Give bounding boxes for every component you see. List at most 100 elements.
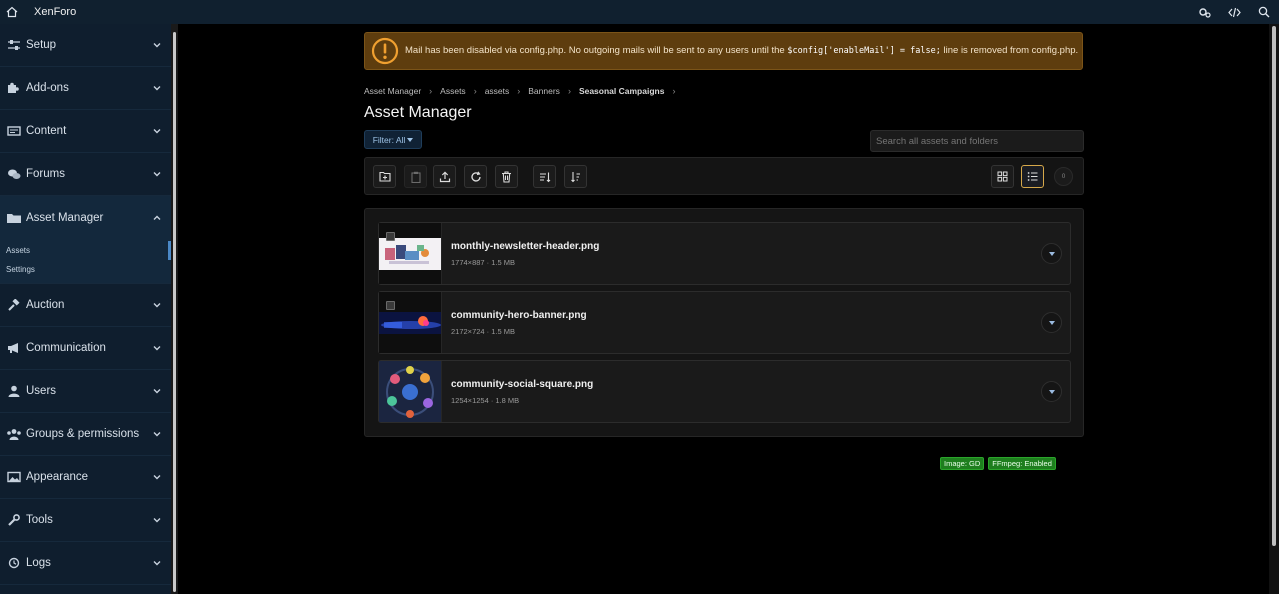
sliders-icon bbox=[6, 38, 22, 52]
new-folder-button[interactable] bbox=[373, 165, 396, 188]
sidebar-item-label: Asset Manager bbox=[26, 211, 104, 224]
sidebar-item-label: Setup bbox=[26, 39, 57, 51]
chevron-down-icon bbox=[153, 475, 161, 480]
list-item[interactable]: community-social-square.png 1254×1254 · … bbox=[378, 360, 1071, 423]
sidebar-item-content[interactable]: Content bbox=[0, 110, 171, 153]
chevron-down-icon bbox=[153, 518, 161, 523]
sidebar-item-auction[interactable]: Auction bbox=[0, 284, 171, 327]
delete-button[interactable] bbox=[495, 165, 518, 188]
page-scrollbar[interactable] bbox=[1269, 24, 1279, 594]
select-checkbox[interactable] bbox=[386, 301, 395, 310]
gears-icon[interactable] bbox=[1189, 0, 1219, 24]
folder-plus-icon bbox=[378, 171, 391, 182]
chevron-down-icon bbox=[153, 561, 161, 566]
page-title: Asset Manager bbox=[364, 104, 472, 121]
asset-list: monthly-newsletter-header.png 1774×887 ·… bbox=[364, 208, 1084, 437]
sidebar-item-groups-permissions[interactable]: Groups & permissions bbox=[0, 413, 171, 456]
breadcrumb-assets[interactable]: Assets bbox=[440, 86, 466, 96]
sidebar-subitem-settings[interactable]: Settings bbox=[6, 260, 171, 279]
list-view-button[interactable] bbox=[1021, 165, 1044, 188]
mail-disabled-notice: Mail has been disabled via config.php. N… bbox=[364, 32, 1083, 70]
asset-manager-submenu: Assets Settings bbox=[0, 239, 171, 284]
sidebar-item-label: Auction bbox=[26, 299, 65, 311]
trash-icon bbox=[502, 170, 511, 183]
chevron-down-icon bbox=[153, 43, 161, 48]
sidebar-item-label: Groups & permissions bbox=[26, 428, 140, 440]
chevron-down-icon bbox=[153, 303, 161, 308]
sidebar-item-add-ons[interactable]: Add-ons bbox=[0, 67, 171, 110]
notice-text: Mail has been disabled via config.php. N… bbox=[405, 45, 1079, 56]
sidebar-item-label: Appearance bbox=[26, 471, 89, 483]
chevron-up-icon bbox=[153, 215, 161, 220]
asset-name[interactable]: monthly-newsletter-header.png bbox=[451, 241, 599, 252]
comments-icon bbox=[6, 167, 22, 181]
list-item[interactable]: community-hero-banner.png 2172×724 · 1.5… bbox=[378, 291, 1071, 354]
caret-down-icon bbox=[1048, 251, 1055, 256]
sidebar-item-appearance[interactable]: Appearance bbox=[0, 456, 171, 499]
breadcrumb-asset-manager[interactable]: Asset Manager bbox=[364, 86, 421, 96]
chevron-right-icon: › bbox=[517, 86, 521, 96]
upload-button[interactable] bbox=[433, 165, 456, 188]
sidebar-item-label: Tools bbox=[26, 514, 53, 526]
brand-title[interactable]: XenForo bbox=[34, 6, 76, 18]
asset-actions-button[interactable] bbox=[1041, 312, 1062, 333]
folder-icon bbox=[6, 211, 22, 225]
asset-actions-button[interactable] bbox=[1041, 243, 1062, 264]
asset-name[interactable]: community-hero-banner.png bbox=[451, 310, 587, 321]
history-icon bbox=[6, 556, 22, 570]
sidebar-item-label: Users bbox=[26, 385, 57, 397]
sidebar-item-label: Content bbox=[26, 125, 67, 137]
code-icon[interactable] bbox=[1219, 0, 1249, 24]
sidebar-item-logs[interactable]: Logs bbox=[0, 542, 171, 585]
breadcrumb-assets-folder[interactable]: assets bbox=[485, 86, 510, 96]
chevron-down-icon bbox=[153, 389, 161, 394]
sort-direction-button[interactable] bbox=[564, 165, 587, 188]
refresh-button[interactable] bbox=[464, 165, 487, 188]
sort-button[interactable] bbox=[533, 165, 556, 188]
sidebar-item-label: Forums bbox=[26, 168, 65, 180]
asset-name[interactable]: community-social-square.png bbox=[451, 379, 593, 390]
sidebar-item-users[interactable]: Users bbox=[0, 370, 171, 413]
asset-actions-button[interactable] bbox=[1041, 381, 1062, 402]
sidebar-item-communication[interactable]: Communication bbox=[0, 327, 171, 370]
chevron-right-icon: › bbox=[429, 86, 433, 96]
sidebar-item-label: Add-ons bbox=[26, 82, 69, 94]
thumbnail-image bbox=[379, 361, 442, 422]
breadcrumb-banners[interactable]: Banners bbox=[528, 86, 560, 96]
list-item[interactable]: monthly-newsletter-header.png 1774×887 ·… bbox=[378, 222, 1071, 285]
paste-button[interactable] bbox=[404, 165, 427, 188]
caret-down-icon bbox=[407, 137, 414, 142]
chevron-down-icon bbox=[153, 129, 161, 134]
asset-meta: 2172×724 · 1.5 MB bbox=[451, 327, 516, 336]
selection-count[interactable]: 0 bbox=[1054, 167, 1073, 186]
caret-down-icon bbox=[1048, 389, 1055, 394]
sidebar-item-tools[interactable]: Tools bbox=[0, 499, 171, 542]
grid-view-button[interactable] bbox=[991, 165, 1014, 188]
main-content: Mail has been disabled via config.php. N… bbox=[178, 24, 1269, 594]
upload-icon bbox=[439, 170, 450, 182]
chevron-right-icon: › bbox=[672, 86, 676, 96]
chevron-down-icon bbox=[153, 346, 161, 351]
ffmpeg-badge: FFmpeg: Enabled bbox=[988, 457, 1056, 470]
list-icon bbox=[1027, 172, 1038, 181]
search-input[interactable] bbox=[870, 130, 1084, 152]
image-library-badge: Image: GD bbox=[940, 457, 985, 470]
search-icon[interactable] bbox=[1249, 0, 1279, 24]
select-checkbox[interactable] bbox=[386, 232, 395, 241]
chevron-right-icon: › bbox=[473, 86, 477, 96]
users-icon bbox=[6, 427, 22, 441]
status-badges: Image: GD FFmpeg: Enabled bbox=[940, 457, 1056, 470]
sidebar-item-setup[interactable]: Setup bbox=[0, 24, 171, 67]
filter-dropdown[interactable]: Filter: All bbox=[364, 130, 422, 149]
sidebar-item-forums[interactable]: Forums bbox=[0, 153, 171, 196]
sidebar-item-label: Logs bbox=[26, 557, 51, 569]
gavel-icon bbox=[6, 298, 22, 312]
sidebar-scrollbar[interactable] bbox=[171, 24, 178, 594]
sidebar-item-asset-manager[interactable]: Asset Manager bbox=[0, 196, 171, 239]
home-icon[interactable] bbox=[0, 0, 24, 24]
sidebar-subitem-assets[interactable]: Assets bbox=[6, 241, 171, 260]
breadcrumb-seasonal-campaigns[interactable]: Seasonal Campaigns bbox=[579, 86, 665, 96]
sort-amount-down-icon bbox=[570, 171, 580, 182]
chevron-down-icon bbox=[153, 86, 161, 91]
chevron-down-icon bbox=[153, 172, 161, 177]
